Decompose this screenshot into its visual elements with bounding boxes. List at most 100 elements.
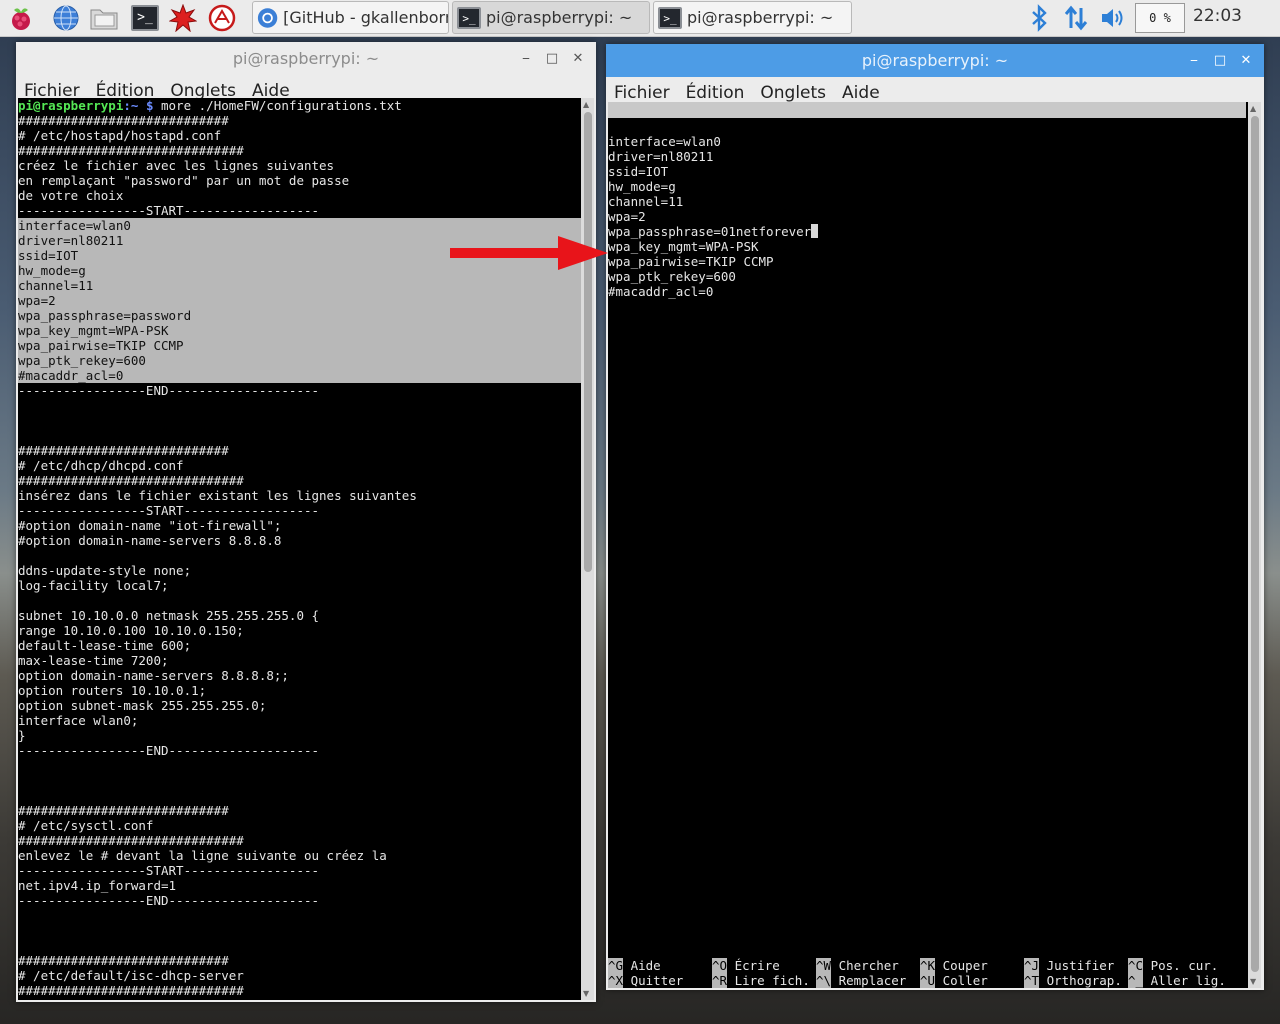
- scroll-down-icon[interactable]: ▼: [583, 989, 589, 998]
- left-window-titlebar[interactable]: pi@raspberrypi: ~ ⎯ □ ✕: [16, 42, 596, 75]
- terminal-line: ddns-update-style none;: [18, 563, 192, 578]
- nano-shortcut[interactable]: ^J Justifier: [1024, 958, 1114, 973]
- left-terminal-window: pi@raspberrypi: ~ ⎯ □ ✕ Fichier Édition …: [16, 42, 596, 1002]
- terminal-line: en remplaçant "password" par un mot de p…: [18, 173, 350, 188]
- taskbar-task-terminal-2[interactable]: >_ pi@raspberrypi: ~: [653, 1, 852, 34]
- terminal-line: interface wlan0;: [18, 713, 139, 728]
- text-cursor: [811, 224, 819, 238]
- shortcut-key: ^_: [1128, 973, 1144, 988]
- terminal-line: log-facility local7;: [18, 578, 169, 593]
- scroll-up-icon[interactable]: ▲: [583, 100, 589, 109]
- maximize-icon[interactable]: □: [1210, 51, 1230, 71]
- nano-line-text: channel=11: [608, 194, 684, 209]
- terminal-line: max-lease-time 7200;: [18, 653, 169, 668]
- taskbar: >_ [GitHub - gkallenborn... >_ pi@raspbe…: [0, 0, 1280, 37]
- left-scrollbar[interactable]: ▲ ▼: [581, 98, 594, 1000]
- scroll-down-icon[interactable]: ▼: [1250, 977, 1256, 986]
- terminal-line: -----------------END--------------------: [18, 743, 320, 758]
- volume-icon[interactable]: [1098, 3, 1128, 33]
- nano-line-text: wpa=2: [608, 209, 646, 224]
- nano-shortcut[interactable]: ^T Orthograp.: [1024, 973, 1122, 988]
- terminal-line: interface=wlan0: [18, 218, 581, 233]
- nano-shortcut[interactable]: ^W Chercher: [816, 958, 899, 973]
- shortcut-label: Orthograp.: [1046, 973, 1122, 988]
- window-title: pi@raspberrypi: ~: [232, 49, 380, 68]
- terminal-line: ##############################: [18, 983, 244, 998]
- nano-line: #macaddr_acl=0: [608, 284, 818, 299]
- mathematica-spiky-icon[interactable]: [168, 3, 198, 33]
- nano-shortcut[interactable]: ^C Pos. cur.: [1128, 958, 1218, 973]
- terminal-line: ############################: [18, 953, 229, 968]
- nano-line-text: ssid=IOT: [608, 164, 669, 179]
- prompt-line: pi@raspberrypi:~ $ more ./HomeFW/configu…: [18, 98, 402, 113]
- shortcut-label: Quitter: [630, 973, 684, 988]
- maximize-icon[interactable]: □: [542, 49, 562, 69]
- shortcut-label: Écrire: [734, 958, 780, 973]
- shortcut-label: Aide: [630, 958, 661, 973]
- close-icon[interactable]: ✕: [1236, 51, 1256, 71]
- nano-line: ssid=IOT: [608, 164, 818, 179]
- shortcut-key: ^T: [1024, 973, 1040, 988]
- red-arrow-annotation: [450, 236, 608, 270]
- shortcut-row: ^G Aide ^O Écrire ^W Chercher ^K Couper ^J J…: [608, 958, 1246, 973]
- terminal-line: # /etc/default/isc-dhcp-server: [18, 968, 244, 983]
- network-arrows-icon[interactable]: [1061, 3, 1091, 33]
- left-terminal-output[interactable]: pi@raspberrypi:~ $ more ./HomeFW/configu…: [18, 98, 581, 1000]
- right-window-titlebar[interactable]: pi@raspberrypi: ~ ⎯ □ ✕: [606, 44, 1264, 77]
- nano-shortcut[interactable]: ^R Lire fich.: [712, 973, 810, 988]
- terminal-line: # /etc/hostapd/hostapd.conf: [18, 128, 222, 143]
- terminal-line: ############################: [18, 803, 229, 818]
- nano-shortcut[interactable]: ^\ Remplacer: [816, 973, 906, 988]
- minimize-icon[interactable]: ⎯: [516, 49, 536, 69]
- nano-shortcut[interactable]: ^G Aide: [608, 958, 661, 973]
- nano-shortcut[interactable]: ^_ Aller lig.: [1128, 973, 1226, 988]
- nano-line: wpa_key_mgmt=WPA-PSK: [608, 239, 818, 254]
- terminal-line: de votre choix: [18, 188, 124, 203]
- nano-line-text: wpa_key_mgmt=WPA-PSK: [608, 239, 759, 254]
- terminal-line: -----------------END--------------------: [18, 383, 320, 398]
- bluetooth-icon[interactable]: [1024, 3, 1054, 33]
- terminal-line: range 10.10.0.100 10.10.0.150;: [18, 623, 244, 638]
- nano-buffer[interactable]: interface=wlan0 driver=nl80211 ssid=IOT hw_…: [608, 119, 819, 299]
- right-scroll-thumb[interactable]: [1251, 116, 1259, 972]
- chromium-icon: [257, 7, 278, 28]
- terminal-launcher-icon[interactable]: >_: [130, 3, 160, 33]
- taskbar-task-terminal-1[interactable]: >_ pi@raspberrypi: ~: [452, 1, 650, 34]
- nano-modified-status: Modifié: [1176, 150, 1229, 165]
- terminal-line: ##############################: [18, 143, 244, 158]
- terminal-line: wpa_ptk_rekey=600: [18, 353, 581, 368]
- nano-shortcut[interactable]: ^X Quitter: [608, 973, 683, 988]
- left-scroll-thumb[interactable]: [584, 112, 592, 572]
- shortcut-key: ^U: [920, 973, 936, 988]
- right-scrollbar[interactable]: ▲ ▼: [1248, 102, 1261, 988]
- scroll-up-icon[interactable]: ▲: [1250, 104, 1256, 113]
- nano-shortcut[interactable]: ^K Couper: [920, 958, 988, 973]
- terminal-line: #option domain-name-servers 8.8.8.8: [18, 533, 282, 548]
- raspberry-menu-icon[interactable]: [6, 3, 36, 33]
- nano-line: wpa=2: [608, 209, 818, 224]
- terminal-line: wpa=2: [18, 293, 581, 308]
- nano-editor[interactable]: GNU nano 2.7.4 Fichier : /etc/hostapd/ho…: [608, 102, 1248, 988]
- taskbar-task-browser[interactable]: [GitHub - gkallenborn...: [252, 1, 449, 34]
- web-browser-globe-icon[interactable]: [51, 3, 81, 33]
- nano-line-text: driver=nl80211: [608, 149, 714, 164]
- task-label: pi@raspberrypi: ~: [687, 8, 834, 27]
- file-manager-folder-icon[interactable]: [89, 3, 119, 33]
- nano-line: driver=nl80211: [608, 149, 818, 164]
- task-label: [GitHub - gkallenborn...: [283, 8, 448, 27]
- terminal-line: # /etc/dhcp/dhcpd.conf: [18, 458, 184, 473]
- nano-line: hw_mode=g: [608, 179, 818, 194]
- close-icon[interactable]: ✕: [568, 49, 588, 69]
- wolfram-icon[interactable]: [207, 3, 237, 33]
- nano-shortcut[interactable]: ^U Coller: [920, 973, 988, 988]
- cpu-usage-monitor: 0 %: [1135, 3, 1185, 33]
- terminal-line: ############################: [18, 113, 229, 128]
- minimize-icon[interactable]: ⎯: [1184, 51, 1204, 71]
- nano-line: [608, 119, 818, 134]
- nano-shortcut[interactable]: ^O Écrire: [712, 958, 780, 973]
